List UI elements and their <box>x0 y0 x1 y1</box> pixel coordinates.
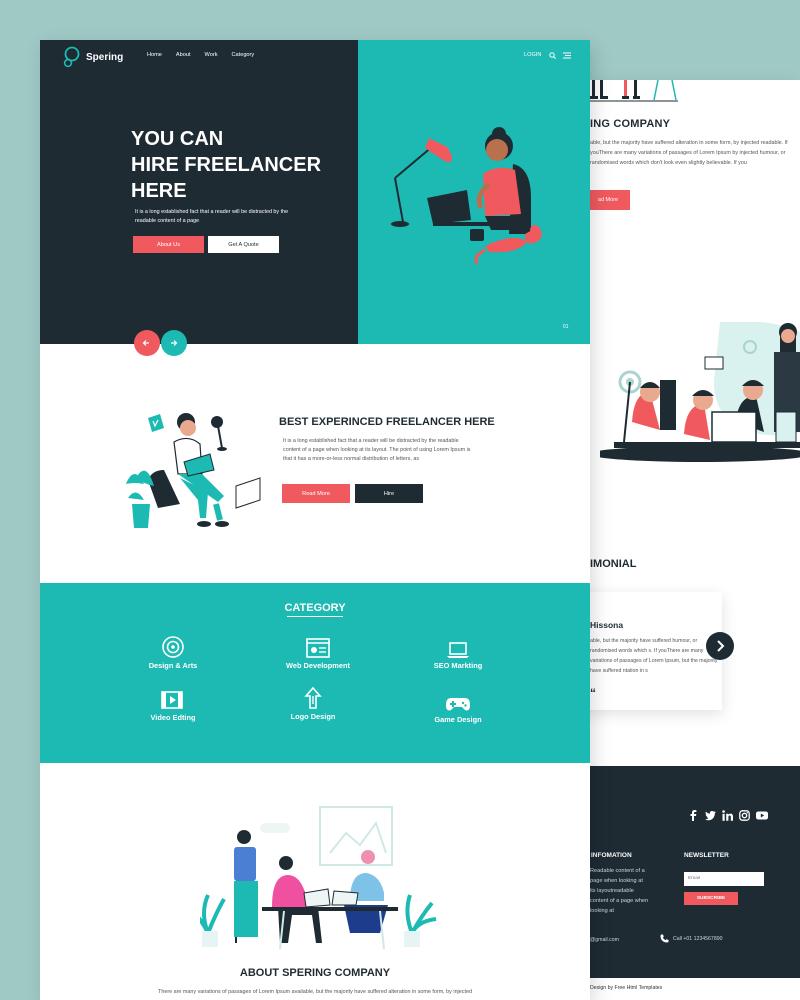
freelancer-section-text: It is a long established fact that a rea… <box>283 438 471 462</box>
company-text-fragment: able, but the majority have suffered alt… <box>590 140 788 166</box>
social-links <box>688 808 768 821</box>
category-design-arts[interactable]: Design & Arts <box>113 635 233 670</box>
category-label: Game Design <box>434 715 482 724</box>
nav-work[interactable]: Work <box>205 52 218 58</box>
freelancer-man-illustration <box>126 413 261 528</box>
category-label: SEO Markting <box>433 661 483 670</box>
upload-icon <box>304 686 322 709</box>
about-us-button[interactable]: About Us <box>133 236 204 253</box>
facebook-icon[interactable] <box>688 808 699 821</box>
chevron-right-icon <box>717 640 725 652</box>
freelancer-section-title: BEST EXPERINCED FREELANCER HERE <box>279 416 495 428</box>
category-section: CATEGORY Design & Arts Web Development S… <box>40 583 590 763</box>
newsletter-title: NEWSLETTER <box>684 852 729 859</box>
target-icon <box>162 636 184 658</box>
freelancer-woman-illustration <box>391 127 542 265</box>
footer: INFOMATION NEWSLETTER Readable content o… <box>560 766 800 978</box>
gamepad-icon <box>446 698 470 711</box>
phone-number: Call +01 1234567890 <box>673 935 723 942</box>
twitter-icon[interactable] <box>705 808 716 821</box>
back-page-mockup: ING COMPANY able, but the majority have … <box>560 80 800 1000</box>
hero-title-line: YOU CAN <box>131 128 224 150</box>
information-title: INFOMATION <box>591 852 632 859</box>
information-text: Readable content of a page when looking … <box>590 868 649 914</box>
phone-icon <box>660 934 669 943</box>
testimonial-name: Hissona <box>590 620 624 630</box>
instagram-icon[interactable] <box>739 808 750 821</box>
copyright-text: Design by Free Html Templates <box>560 978 800 1000</box>
slide-number: 01 <box>563 324 569 330</box>
hire-button[interactable]: Hire <box>355 484 423 503</box>
film-icon <box>161 691 183 709</box>
browser-icon <box>306 638 330 658</box>
category-label: Design & Arts <box>148 661 198 670</box>
arrow-left-icon <box>142 340 149 346</box>
testimonial-title-fragment: IMONIAL <box>590 558 637 570</box>
logo-icon <box>63 46 80 68</box>
nav-category[interactable]: Category <box>232 52 255 58</box>
search-icon[interactable] <box>549 52 556 59</box>
contact-phone: Call +01 1234567890 <box>660 934 722 943</box>
category-label: Video Edting <box>150 713 196 722</box>
team-office-illustration <box>200 806 437 950</box>
slider-prev-button[interactable] <box>134 330 160 356</box>
company-title-fragment: ING COMPANY <box>590 118 671 130</box>
brand-name: Spering <box>86 51 124 63</box>
hamburger-menu-icon[interactable] <box>563 52 571 59</box>
front-page-mockup: Spering Home About Work Category LOGIN Y… <box>40 40 590 1000</box>
about-section-title: ABOUT SPERING COMPANY <box>239 967 391 979</box>
subscribe-button[interactable]: SUBSCRIBE <box>684 892 738 905</box>
newsletter-email-input[interactable] <box>684 872 764 886</box>
quote-icon: “ <box>590 686 596 700</box>
category-title-underline <box>287 616 343 617</box>
category-game-design[interactable]: Game Design <box>398 695 518 724</box>
nav-home[interactable]: Home <box>147 52 162 58</box>
hero-title-line: HIRE FREELANCER <box>131 154 322 176</box>
about-section-text: There are many variations of passages of… <box>158 989 472 995</box>
youtube-icon[interactable] <box>756 808 768 820</box>
category-web-development[interactable]: Web Development <box>258 637 378 670</box>
laptop-icon <box>447 642 469 658</box>
hero-title-line: HERE <box>131 180 187 202</box>
login-link[interactable]: LOGIN <box>524 52 541 58</box>
category-logo-design[interactable]: Logo Design <box>253 686 373 721</box>
hero-text: It is a long established fact that a rea… <box>135 209 289 224</box>
testimonial-next-button[interactable] <box>706 632 734 660</box>
contact-email: @gmail.com <box>590 937 619 943</box>
category-video-editing[interactable]: Video Edting <box>113 689 233 722</box>
hero-title: YOU CAN HIRE FREELANCER HERE <box>131 126 341 204</box>
slider-next-button[interactable] <box>161 330 187 356</box>
category-label: Web Development <box>286 661 350 670</box>
linkedin-icon[interactable] <box>722 808 733 821</box>
nav-about[interactable]: About <box>176 52 191 58</box>
people-legs-illustration <box>588 80 678 102</box>
team-meeting-illustration <box>600 322 800 462</box>
testimonial-text: able, but the majority have suffered hum… <box>590 638 718 674</box>
category-seo-marketing[interactable]: SEO Markting <box>398 641 518 670</box>
main-nav: Home About Work Category <box>147 52 254 58</box>
arrow-right-icon <box>171 340 178 346</box>
category-title: CATEGORY <box>284 602 346 614</box>
category-label: Logo Design <box>290 712 336 721</box>
get-a-quote-button[interactable]: Get A Quote <box>208 236 279 253</box>
brand-logo[interactable]: Spering <box>62 46 123 68</box>
read-more-button[interactable]: Read More <box>282 484 350 503</box>
